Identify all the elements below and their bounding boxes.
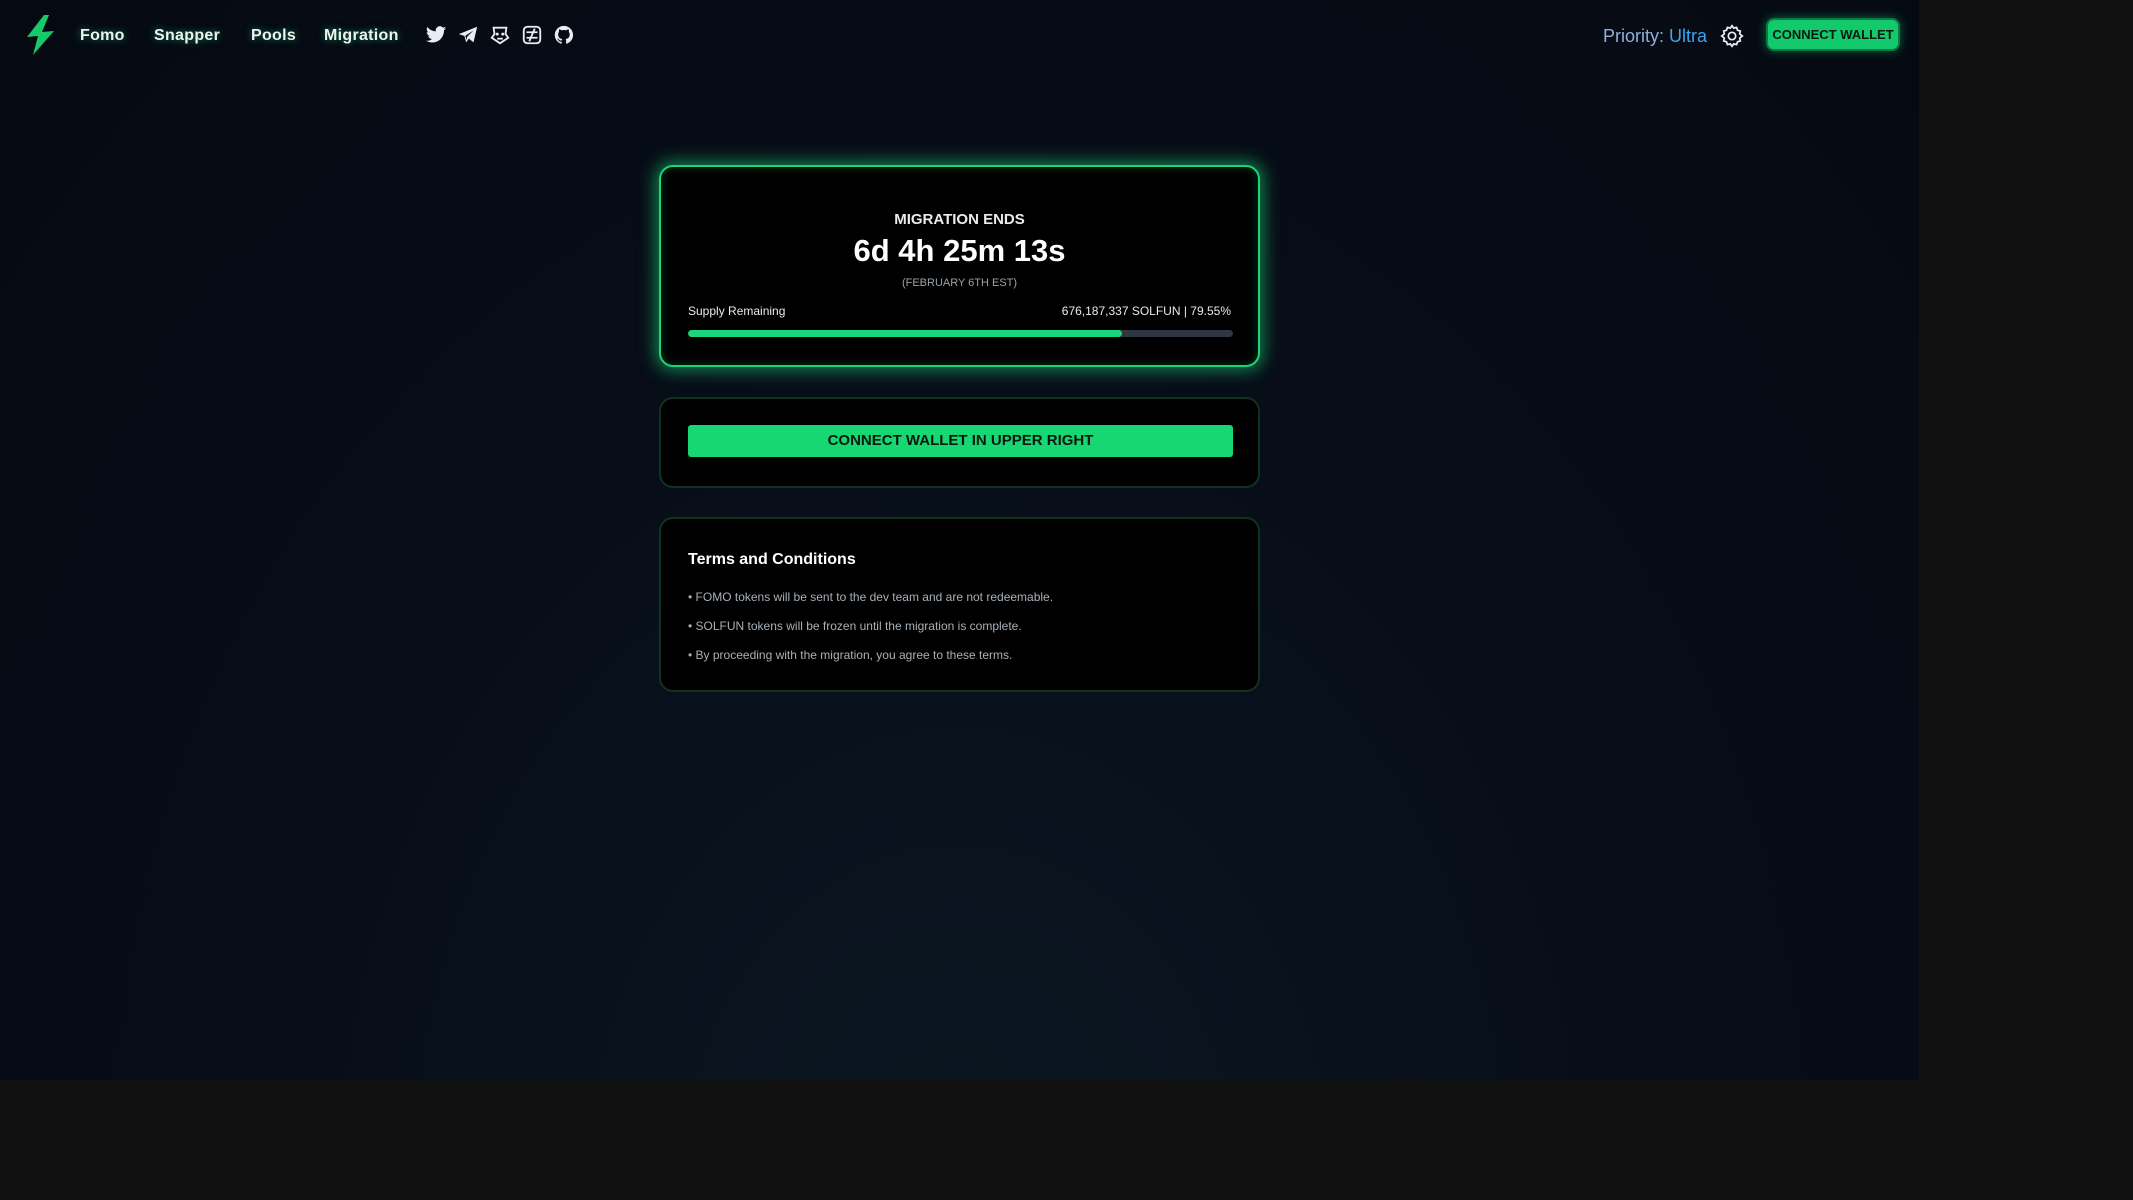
supply-progress-fill (688, 330, 1122, 337)
terms-item: • SOLFUN tokens will be frozen until the… (688, 619, 1022, 633)
terms-card: Terms and Conditions • FOMO tokens will … (659, 517, 1260, 692)
supply-value: 676,187,337 SOLFUN | 79.55% (1061, 304, 1231, 318)
connect-wallet-in-upper-right-button[interactable]: CONNECT WALLET IN UPPER RIGHT (688, 425, 1233, 457)
connect-wallet-button[interactable]: CONNECT WALLET (1766, 18, 1900, 51)
app-window: Fomo Snapper Pools Migration Priority: U… (0, 0, 1919, 1080)
twitter-icon[interactable] (425, 24, 447, 46)
action-card: CONNECT WALLET IN UPPER RIGHT (659, 397, 1260, 488)
gear-icon[interactable] (1719, 23, 1745, 49)
priority-label: Priority: (1603, 26, 1665, 46)
priority-value: Ultra (1669, 26, 1708, 46)
terms-item: • FOMO tokens will be sent to the dev te… (688, 590, 1054, 604)
top-nav: Fomo Snapper Pools Migration Priority: U… (0, 0, 1919, 72)
robot-icon[interactable] (489, 24, 511, 46)
terms-title: Terms and Conditions (688, 551, 856, 568)
github-icon[interactable] (553, 24, 575, 46)
nav-link-migration[interactable]: Migration (324, 23, 399, 49)
migration-title: MIGRATION ENDS (894, 211, 1025, 228)
nav-link-fomo[interactable]: Fomo (80, 23, 125, 49)
telegram-icon[interactable] (457, 24, 479, 46)
priority-selector[interactable]: Priority: Ultra (1603, 24, 1707, 48)
supply-label: Supply Remaining (688, 304, 786, 318)
supply-progress-bar (688, 330, 1233, 337)
exchange-icon[interactable] (521, 24, 543, 46)
migration-card: MIGRATION ENDS 6d 4h 25m 13s (FEBRUARY 6… (659, 165, 1260, 367)
terms-item: • By proceeding with the migration, you … (688, 648, 1013, 662)
migration-date-note: (FEBRUARY 6TH EST) (901, 277, 1018, 289)
nav-link-pools[interactable]: Pools (251, 23, 296, 49)
lightning-logo-icon[interactable] (20, 14, 60, 56)
countdown-timer: 6d 4h 25m 13s (853, 233, 1066, 268)
nav-link-snapper[interactable]: Snapper (154, 23, 220, 49)
